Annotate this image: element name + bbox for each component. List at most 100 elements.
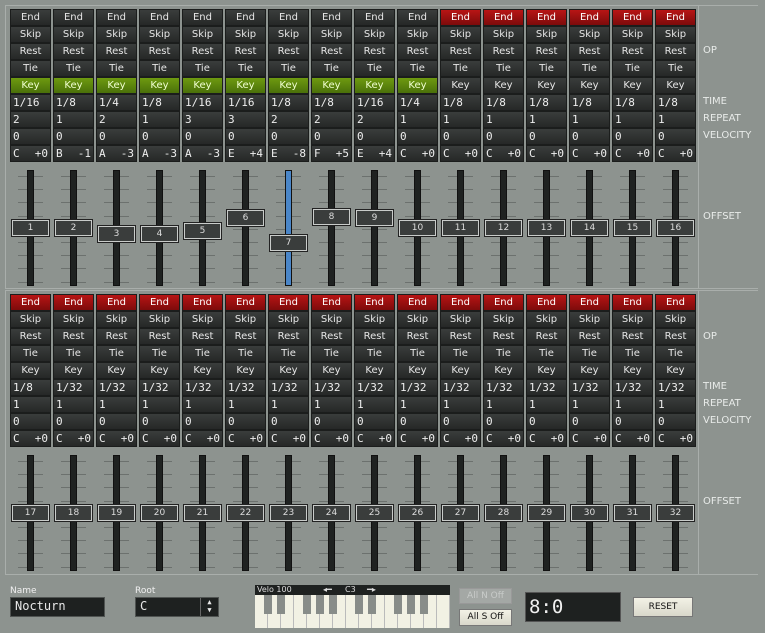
slider-knob[interactable]: 17 [11, 504, 50, 522]
op-skip-button[interactable]: Skip [311, 26, 352, 43]
slider-knob[interactable]: 24 [312, 504, 351, 522]
slider-knob[interactable]: 21 [183, 504, 222, 522]
op-end-button[interactable]: End [139, 9, 180, 26]
op-skip-button[interactable]: Skip [182, 26, 223, 43]
op-tie-button[interactable]: Tie [311, 60, 352, 77]
time-field[interactable]: 1/16 [182, 94, 223, 111]
offset-slider[interactable]: 23 [268, 453, 309, 573]
black-key[interactable] [277, 595, 285, 614]
velocity-field[interactable]: 0 [268, 413, 309, 430]
op-key-button[interactable]: Key [268, 77, 309, 94]
note-field[interactable]: C +0 [569, 145, 610, 162]
repeat-field[interactable]: 1 [612, 396, 653, 413]
offset-slider[interactable]: 21 [182, 453, 223, 573]
offset-slider[interactable]: 26 [397, 453, 438, 573]
repeat-field[interactable]: 1 [10, 396, 51, 413]
op-end-button[interactable]: End [96, 294, 137, 311]
op-rest-button[interactable]: Rest [655, 43, 696, 60]
op-skip-button[interactable]: Skip [225, 26, 266, 43]
op-end-button[interactable]: End [526, 294, 567, 311]
op-rest-button[interactable]: Rest [526, 43, 567, 60]
op-tie-button[interactable]: Tie [182, 60, 223, 77]
all-notes-off-button[interactable]: All N Off [459, 588, 512, 604]
op-rest-button[interactable]: Rest [612, 43, 653, 60]
note-field[interactable]: C +0 [311, 430, 352, 447]
velocity-field[interactable]: 0 [440, 128, 481, 145]
op-rest-button[interactable]: Rest [397, 43, 438, 60]
op-tie-button[interactable]: Tie [354, 60, 395, 77]
op-key-button[interactable]: Key [612, 77, 653, 94]
time-field[interactable]: 1/32 [483, 379, 524, 396]
time-field[interactable]: 1/16 [225, 94, 266, 111]
velocity-field[interactable]: 0 [483, 413, 524, 430]
op-tie-button[interactable]: Tie [526, 60, 567, 77]
slider-knob[interactable]: 28 [484, 504, 523, 522]
black-key[interactable] [303, 595, 311, 614]
velocity-field[interactable]: 0 [612, 413, 653, 430]
op-rest-button[interactable]: Rest [311, 43, 352, 60]
note-field[interactable]: C +0 [53, 430, 94, 447]
op-key-button[interactable]: Key [311, 362, 352, 379]
op-tie-button[interactable]: Tie [139, 60, 180, 77]
op-tie-button[interactable]: Tie [268, 345, 309, 362]
repeat-field[interactable]: 1 [612, 111, 653, 128]
slider-knob[interactable]: 12 [484, 219, 523, 237]
note-field[interactable]: E +4 [354, 145, 395, 162]
time-field[interactable]: 1/8 [483, 94, 524, 111]
time-field[interactable]: 1/8 [53, 94, 94, 111]
time-field[interactable]: 1/8 [569, 94, 610, 111]
time-field[interactable]: 1/32 [225, 379, 266, 396]
slider-knob[interactable]: 1 [11, 219, 50, 237]
op-skip-button[interactable]: Skip [182, 311, 223, 328]
op-end-button[interactable]: End [268, 294, 309, 311]
op-skip-button[interactable]: Skip [354, 26, 395, 43]
op-skip-button[interactable]: Skip [612, 311, 653, 328]
slider-knob[interactable]: 16 [656, 219, 695, 237]
offset-slider[interactable]: 22 [225, 453, 266, 573]
offset-slider[interactable]: 14 [569, 168, 610, 288]
op-tie-button[interactable]: Tie [311, 345, 352, 362]
time-field[interactable]: 1/8 [311, 94, 352, 111]
op-end-button[interactable]: End [612, 294, 653, 311]
repeat-field[interactable]: 3 [182, 111, 223, 128]
offset-slider[interactable]: 2 [53, 168, 94, 288]
op-key-button[interactable]: Key [397, 362, 438, 379]
offset-slider[interactable]: 16 [655, 168, 696, 288]
op-skip-button[interactable]: Skip [569, 311, 610, 328]
slider-knob[interactable]: 29 [527, 504, 566, 522]
note-field[interactable]: C +0 [569, 430, 610, 447]
note-field[interactable]: C +0 [268, 430, 309, 447]
slider-knob[interactable]: 2 [54, 219, 93, 237]
op-tie-button[interactable]: Tie [10, 60, 51, 77]
offset-slider[interactable]: 15 [612, 168, 653, 288]
slider-knob[interactable]: 32 [656, 504, 695, 522]
slider-knob[interactable]: 20 [140, 504, 179, 522]
repeat-field[interactable]: 3 [225, 111, 266, 128]
offset-slider[interactable]: 20 [139, 453, 180, 573]
offset-slider[interactable]: 28 [483, 453, 524, 573]
repeat-field[interactable]: 1 [526, 111, 567, 128]
op-tie-button[interactable]: Tie [268, 60, 309, 77]
name-input[interactable]: Nocturn [10, 597, 105, 617]
op-key-button[interactable]: Key [53, 77, 94, 94]
op-rest-button[interactable]: Rest [354, 328, 395, 345]
repeat-field[interactable]: 1 [483, 111, 524, 128]
repeat-field[interactable]: 1 [569, 111, 610, 128]
op-rest-button[interactable]: Rest [440, 328, 481, 345]
velocity-field[interactable]: 0 [268, 128, 309, 145]
offset-slider[interactable]: 17 [10, 453, 51, 573]
piano-keys[interactable] [255, 595, 450, 628]
repeat-field[interactable]: 1 [526, 396, 567, 413]
slider-knob[interactable]: 22 [226, 504, 265, 522]
repeat-field[interactable]: 1 [440, 396, 481, 413]
white-key[interactable] [437, 595, 450, 628]
op-end-button[interactable]: End [655, 294, 696, 311]
repeat-field[interactable]: 1 [397, 396, 438, 413]
velocity-field[interactable]: 0 [225, 128, 266, 145]
note-field[interactable]: C +0 [612, 430, 653, 447]
velocity-field[interactable]: 0 [483, 128, 524, 145]
op-tie-button[interactable]: Tie [53, 345, 94, 362]
time-field[interactable]: 1/32 [182, 379, 223, 396]
op-tie-button[interactable]: Tie [53, 60, 94, 77]
note-field[interactable]: C +0 [526, 145, 567, 162]
